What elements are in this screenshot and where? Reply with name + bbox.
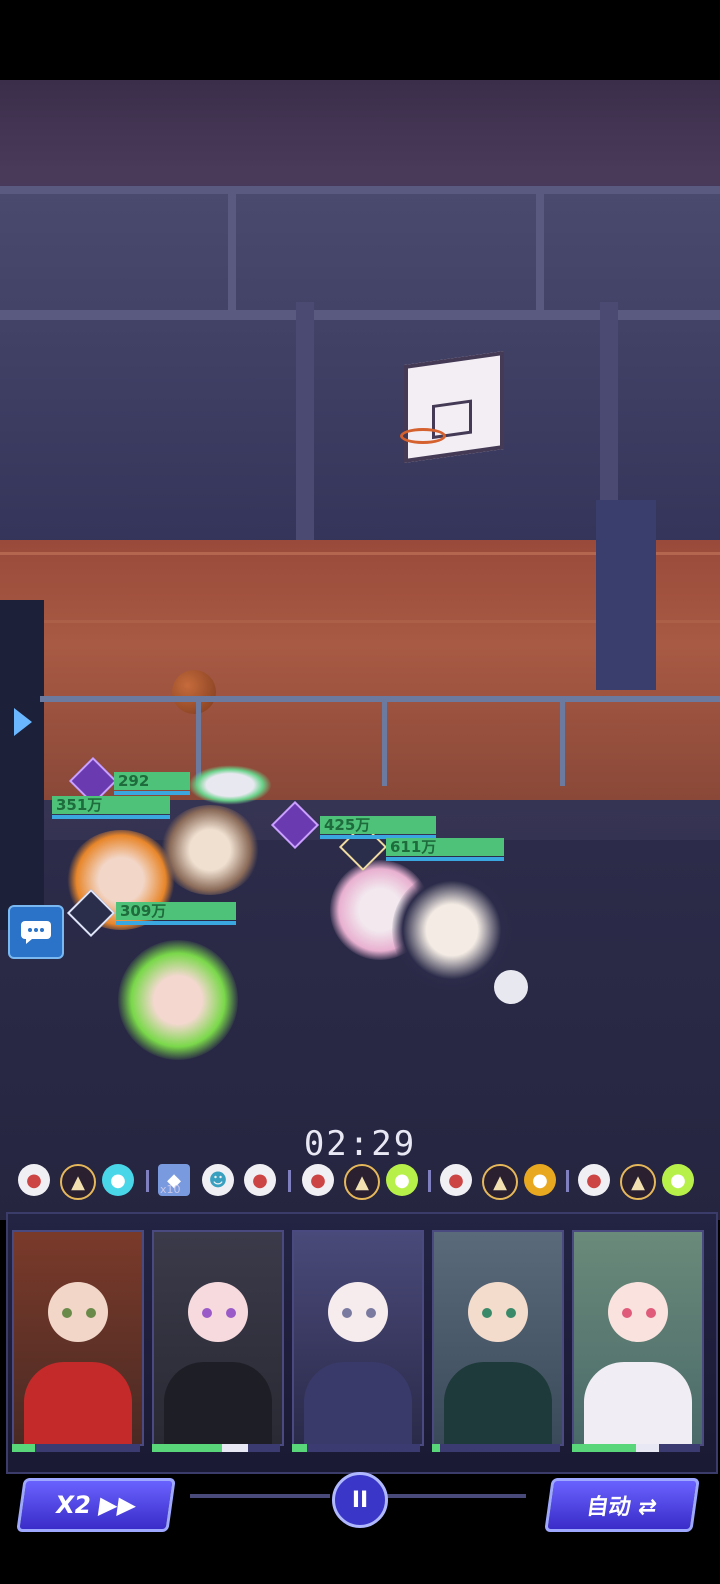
energy-bar (152, 1444, 280, 1452)
hero-card-green-hair[interactable] (572, 1230, 704, 1446)
play-icon[interactable] (14, 708, 32, 736)
green-orb-icon: ● (386, 1164, 418, 1196)
basketball (172, 670, 216, 714)
basketball-hoop (400, 428, 446, 444)
hero-card-white-hair[interactable] (292, 1230, 424, 1446)
green-orb-icon: ● (662, 1164, 694, 1196)
tree-icon: ▲ (60, 1164, 96, 1200)
cyan-orb-icon: ● (102, 1164, 134, 1196)
battle-scene (0, 80, 720, 1220)
status-bar (0, 0, 720, 80)
drone (188, 765, 272, 805)
chat-button[interactable] (8, 905, 64, 959)
brown-hair-chibi (160, 805, 260, 895)
cat-mascot (494, 970, 528, 1004)
hp-bar: 351万 (52, 796, 170, 819)
white-orb-icon: ● (244, 1164, 276, 1196)
energy-bar (572, 1444, 700, 1452)
wall-beam (228, 190, 236, 310)
wall-pillar (296, 302, 314, 542)
basketball-backboard (404, 350, 504, 464)
white-orb-icon: ● (440, 1164, 472, 1196)
energy-bar (432, 1444, 560, 1452)
hero-card-reindeer[interactable] (12, 1230, 144, 1446)
hp-bar: 611万 (386, 838, 504, 861)
divider (386, 1494, 526, 1498)
white-orb-icon: ● (18, 1164, 50, 1196)
wall-beam (536, 190, 544, 310)
white-orb-icon: ● (578, 1164, 610, 1196)
energy-bar (292, 1444, 420, 1452)
white-orb-icon: ● (302, 1164, 334, 1196)
ghost-icon: ☻ (202, 1164, 234, 1196)
side-panel (0, 600, 44, 930)
railing (40, 696, 720, 702)
energy-bar (12, 1444, 140, 1452)
speed-button[interactable]: X2 ▶▶ (16, 1478, 176, 1532)
skill-queue: ● ▲ ● ◆ ☻ ● ● ▲ ● ● ▲ ● ● ▲ ● (0, 1156, 720, 1206)
hoop-stand (596, 500, 656, 690)
chat-icon (21, 921, 51, 944)
tree-icon: ▲ (620, 1164, 656, 1200)
tree-icon: ▲ (482, 1164, 518, 1200)
rail-post (382, 696, 387, 786)
green-hair-chibi (118, 940, 238, 1060)
tree-icon: ▲ (344, 1164, 380, 1200)
auto-button[interactable]: 自动 ⇄ (544, 1478, 700, 1532)
white-hair-chibi (392, 870, 512, 990)
hp-bar: 292 (114, 772, 190, 795)
hp-bar: 425万 (320, 816, 436, 839)
hp-bar: 309万 (116, 902, 236, 925)
divider (190, 1494, 330, 1498)
gold-orb-icon: ● (524, 1164, 556, 1196)
stack-count: x10 (160, 1183, 181, 1196)
wall-beam (0, 186, 720, 194)
hero-card-orange-hair[interactable] (432, 1230, 564, 1446)
rail-post (560, 696, 565, 786)
pause-button[interactable]: II (332, 1472, 388, 1528)
hero-card-pink-hair[interactable] (152, 1230, 284, 1446)
